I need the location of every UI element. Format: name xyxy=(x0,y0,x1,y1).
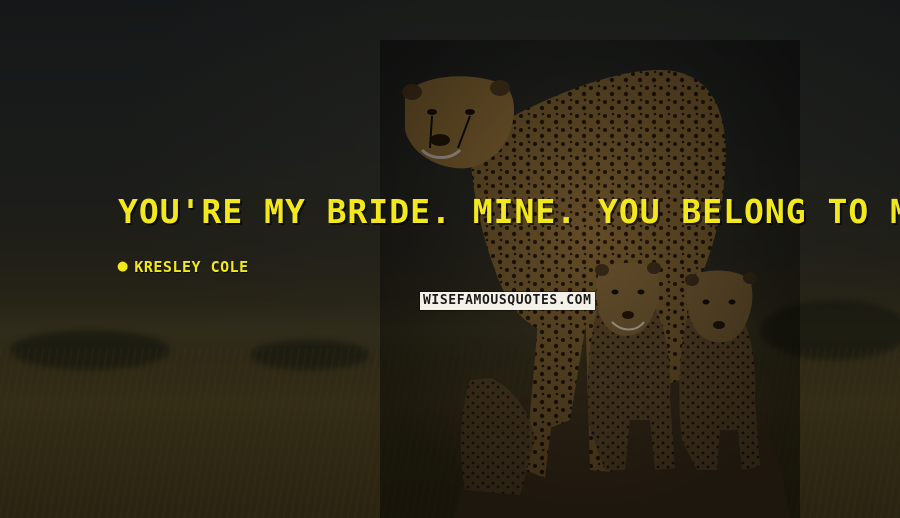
site-watermark: wisefamousquotes.com xyxy=(420,292,595,310)
author-line: ●​ Kresley Cole xyxy=(117,258,249,276)
quote-mark-icon: ●​ xyxy=(117,259,129,274)
quote-text: You're my bride. Mine. You belong to me. xyxy=(118,192,900,231)
quote-image: You're my bride. Mine. You belong to me.… xyxy=(0,0,900,518)
author-name: Kresley Cole xyxy=(134,258,249,276)
